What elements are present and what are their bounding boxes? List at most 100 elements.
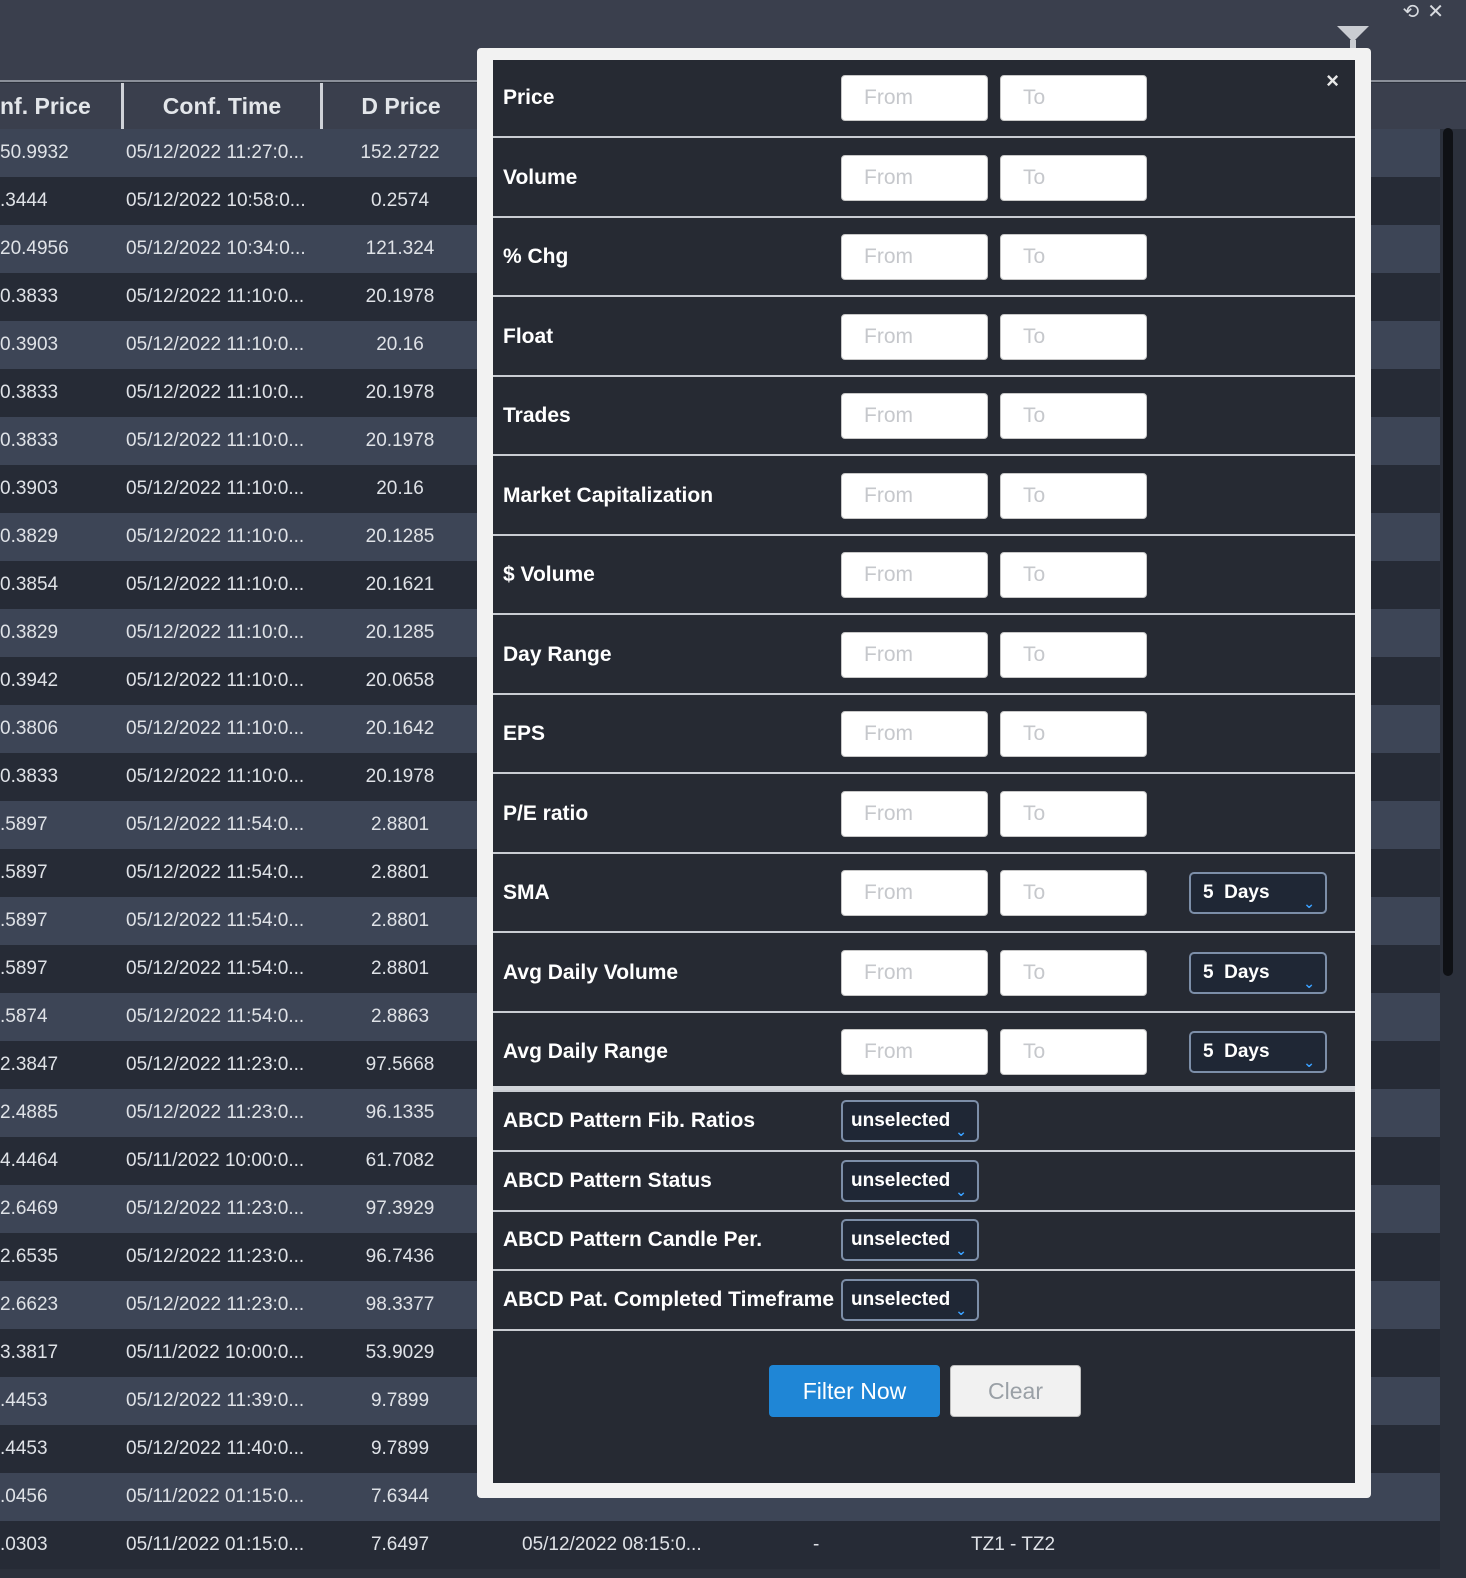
filter-row: Volume From To xyxy=(493,140,1355,218)
sma-to-input[interactable]: To xyxy=(1000,870,1147,916)
cell-conf-time: 05/12/2022 11:54:0... xyxy=(126,814,305,835)
market-capitalization-from-input[interactable]: From xyxy=(841,472,988,519)
table-row[interactable]: .0303 05/11/2022 01:15:0... 7.6497 05/12/20… xyxy=(0,1521,1440,1569)
select-value: unselected xyxy=(851,1110,951,1131)
cell-d-price: 20.1978 xyxy=(365,382,435,403)
cell-conf-price: 0.3903 xyxy=(0,478,59,499)
avg-daily-volume-period-select[interactable]: 5 Days ⌄ xyxy=(1189,951,1327,994)
cell-d-price: 121.324 xyxy=(365,238,435,259)
cell-d-price: 20.1978 xyxy=(365,430,435,451)
price-from-input[interactable]: From xyxy=(841,75,988,121)
chevron-down-icon: ⌄ xyxy=(955,1182,967,1199)
filter-row: Float From To xyxy=(493,299,1355,377)
chg-from-input[interactable]: From xyxy=(841,234,988,280)
vertical-scrollbar[interactable] xyxy=(1443,128,1453,976)
cell-d-price: 20.16 xyxy=(376,334,424,355)
filter-row: SMA From To 5 Days ⌄ xyxy=(493,855,1355,933)
select-value: unselected xyxy=(851,1288,951,1310)
filter-label-sma: SMA xyxy=(503,881,550,904)
price-to-input[interactable]: To xyxy=(1000,75,1147,121)
cell-conf-time: 05/12/2022 11:10:0... xyxy=(126,382,305,403)
cell-conf-price: .4453 xyxy=(0,1438,48,1459)
column-conf-time[interactable]: Conf. Time xyxy=(124,83,323,129)
cell-d-price: 97.5668 xyxy=(365,1054,435,1075)
volume-to-input[interactable]: To xyxy=(1000,552,1147,598)
avg-daily-volume-to-input[interactable]: To xyxy=(1000,949,1147,996)
filter-label-volume: $ Volume xyxy=(503,563,595,586)
abcd-pattern-status-select[interactable]: unselected ⌄ xyxy=(841,1159,979,1202)
avg-daily-volume-from-input[interactable]: From xyxy=(841,949,988,996)
filter-row: P/E ratio From To xyxy=(493,776,1355,854)
filter-label-p-e-ratio: P/E ratio xyxy=(503,801,589,825)
filter-row: Price From To xyxy=(493,60,1355,138)
filter-row: ABCD Pattern Status unselected ⌄ xyxy=(493,1152,1355,1212)
restore-icon[interactable]: ⟲ xyxy=(1402,2,1419,22)
filter-label-volume: Volume xyxy=(503,165,578,189)
avg-daily-range-period-select[interactable]: 5 Days ⌄ xyxy=(1189,1031,1327,1073)
eps-from-input[interactable]: From xyxy=(841,711,988,757)
sma-period-select[interactable]: 5 Days ⌄ xyxy=(1189,872,1327,914)
chg-to-input[interactable]: To xyxy=(1000,234,1147,280)
cell-conf-time: 05/12/2022 11:23:0... xyxy=(126,1102,305,1123)
cell-conf-time: 05/12/2022 11:23:0... xyxy=(126,1054,305,1075)
cell-conf-time: 05/12/2022 11:40:0... xyxy=(126,1438,305,1459)
cell-d-price: 20.1285 xyxy=(365,622,435,643)
cell-d-price: 2.8801 xyxy=(370,862,430,883)
cell-d-price: 98.3377 xyxy=(365,1294,435,1315)
cell-conf-price: 2.3847 xyxy=(0,1054,59,1075)
trades-from-input[interactable]: From xyxy=(841,393,988,439)
day-range-from-input[interactable]: From xyxy=(841,631,988,678)
cell-conf-price: 0.3833 xyxy=(0,286,59,307)
period-value: 5 Days xyxy=(1203,882,1270,903)
p-e-ratio-to-input[interactable]: To xyxy=(1000,790,1147,837)
filter-label-abcd-pat-completed-timeframe: ABCD Pat. Completed Timeframe xyxy=(503,1287,835,1311)
cell-d-price: 2.8801 xyxy=(370,958,430,979)
cell-conf-time: 05/12/2022 11:10:0... xyxy=(126,670,305,691)
column-conf-price[interactable]: nf. Price xyxy=(0,83,124,129)
cell-conf-time: 05/11/2022 01:15:0... xyxy=(126,1486,305,1507)
filter-funnel-icon[interactable] xyxy=(1337,26,1369,50)
cell-conf-time: 05/12/2022 11:10:0... xyxy=(126,286,305,307)
clear-button[interactable]: Clear xyxy=(950,1365,1081,1417)
column-d-price[interactable]: D Price xyxy=(323,83,479,129)
filter-label-float: Float xyxy=(503,324,554,348)
day-range-to-input[interactable]: To xyxy=(1000,631,1147,678)
cell-d-price: 7.6344 xyxy=(370,1486,430,1507)
chevron-down-icon: ⌄ xyxy=(1303,895,1315,911)
filter-row: ABCD Pat. Completed Timeframe unselected ⌄ xyxy=(493,1271,1355,1331)
cell-conf-time: 05/12/2022 11:23:0... xyxy=(126,1246,305,1267)
cell-d-price: 9.7899 xyxy=(370,1390,430,1411)
cell-conf-price: 3.3817 xyxy=(0,1342,59,1363)
cell-conf-time: 05/12/2022 11:54:0... xyxy=(126,910,305,931)
filter-label-avg-daily-range: Avg Daily Range xyxy=(503,1040,668,1063)
p-e-ratio-from-input[interactable]: From xyxy=(841,790,988,837)
volume-to-input[interactable]: To xyxy=(1000,154,1147,201)
market-capitalization-to-input[interactable]: To xyxy=(1000,472,1147,519)
cell-d-price: 96.7436 xyxy=(365,1246,435,1267)
abcd-pattern-fib-ratios-select[interactable]: unselected ⌄ xyxy=(841,1100,979,1142)
abcd-pat-completed-timeframe-select[interactable]: unselected ⌄ xyxy=(841,1278,979,1321)
cell-d-price: 9.7899 xyxy=(370,1438,430,1459)
cell-conf-time: 05/12/2022 11:23:0... xyxy=(126,1294,305,1315)
filter-now-button[interactable]: Filter Now xyxy=(769,1365,940,1417)
cell-conf-time: 05/12/2022 11:10:0... xyxy=(126,766,305,787)
filter-label-abcd-pattern-candle-per: ABCD Pattern Candle Per. xyxy=(503,1228,763,1252)
cell-tz: TZ1 - TZ2 xyxy=(971,1534,1056,1555)
cell-conf-price: 50.9932 xyxy=(0,142,69,163)
volume-from-input[interactable]: From xyxy=(841,154,988,201)
filter-row: Day Range From To xyxy=(493,617,1355,695)
sma-from-input[interactable]: From xyxy=(841,870,988,916)
float-to-input[interactable]: To xyxy=(1000,313,1147,360)
close-window-icon[interactable]: ✕ xyxy=(1427,2,1444,22)
abcd-pattern-candle-per-select[interactable]: unselected ⌄ xyxy=(841,1219,979,1262)
cell-d-price: 20.1978 xyxy=(365,766,435,787)
avg-daily-range-to-input[interactable]: To xyxy=(1000,1029,1147,1075)
avg-daily-range-from-input[interactable]: From xyxy=(841,1029,988,1075)
cell-conf-time: 05/11/2022 01:15:0... xyxy=(126,1534,305,1555)
cell-d-price: 2.8863 xyxy=(370,1006,430,1027)
volume-from-input[interactable]: From xyxy=(841,552,988,598)
trades-to-input[interactable]: To xyxy=(1000,393,1147,439)
eps-to-input[interactable]: To xyxy=(1000,711,1147,757)
float-from-input[interactable]: From xyxy=(841,313,988,360)
cell-d-price: 7.6497 xyxy=(370,1534,430,1555)
